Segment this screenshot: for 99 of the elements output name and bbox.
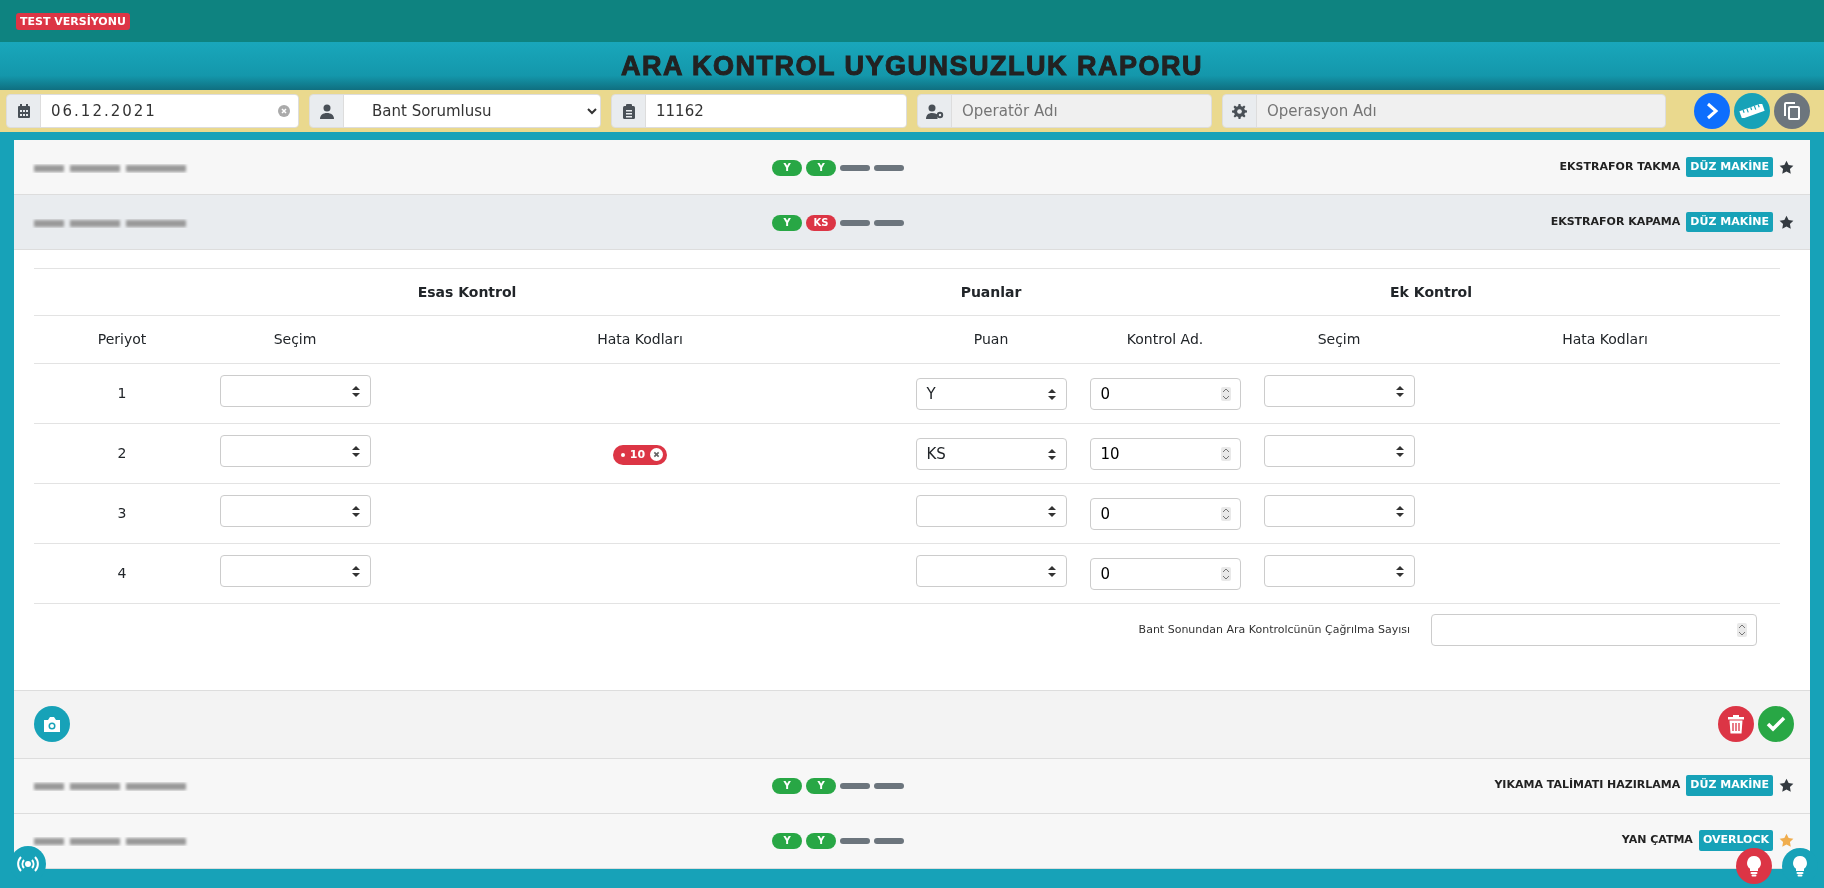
period-number: 2: [117, 445, 127, 461]
select-field[interactable]: [915, 494, 1067, 527]
score-pill: Y: [806, 778, 836, 794]
spinner-icon[interactable]: [1220, 386, 1231, 401]
number-field[interactable]: 0: [1089, 557, 1241, 590]
caret-icon: [351, 385, 360, 397]
group-header: Ek Kontrol: [1390, 283, 1472, 300]
machine-badge: OVERLOCK: [1698, 830, 1773, 851]
select-field[interactable]: [1263, 434, 1415, 467]
select-field[interactable]: [219, 554, 371, 587]
caret-icon: [1047, 448, 1056, 460]
operation-row[interactable]: Y KS EKSTRAFOR KAPAMA DÜZ MAKİNE: [14, 195, 1810, 250]
star-icon[interactable]: [1779, 159, 1794, 175]
period-number: 1: [117, 385, 127, 401]
caret-icon: [351, 445, 360, 457]
spinner-icon[interactable]: [1220, 446, 1231, 461]
select-field[interactable]: [915, 554, 1067, 587]
select-field[interactable]: [1263, 494, 1415, 527]
operation-name: YAN ÇATMA: [1621, 832, 1693, 849]
column-header: Hata Kodları: [1562, 331, 1648, 347]
period-number: 3: [117, 505, 127, 521]
score-pill: Y: [772, 778, 802, 794]
number-field[interactable]: 10: [1089, 437, 1241, 470]
select-field[interactable]: Y: [915, 377, 1067, 410]
clear-icon[interactable]: [278, 105, 290, 117]
number-field[interactable]: [1431, 614, 1758, 646]
copy-button[interactable]: [1774, 93, 1810, 129]
number-field[interactable]: 0: [1089, 497, 1241, 530]
dot-icon: [620, 452, 625, 457]
caret-icon: [1047, 505, 1056, 517]
select-field[interactable]: [219, 434, 371, 467]
column-header: Puan: [973, 331, 1009, 347]
check-icon: [1766, 716, 1786, 732]
delete-button[interactable]: [1718, 706, 1754, 742]
page-title: ARA KONTROL UYGUNSUZLUK RAPORU: [621, 49, 1203, 83]
input-field[interactable]: Operasyon Adı: [1222, 94, 1666, 128]
select-field[interactable]: Bant Sorumlusu: [309, 94, 601, 128]
column-header: Seçim: [273, 331, 317, 347]
ruler-icon: [1739, 104, 1765, 118]
star-icon[interactable]: [1779, 833, 1794, 848]
caret-icon: [1395, 505, 1404, 517]
column-header: Periyot: [97, 331, 147, 347]
score-pill: KS: [806, 214, 836, 231]
caret-icon: [351, 505, 360, 517]
machine-badge: DÜZ MAKİNE: [1686, 775, 1773, 796]
spinner-icon[interactable]: [1220, 506, 1231, 521]
caret-icon: [1395, 385, 1404, 397]
machine-badge: DÜZ MAKİNE: [1686, 156, 1773, 178]
operation-row[interactable]: Y Y EKSTRAFOR TAKMA DÜZ MAKİNE: [14, 140, 1810, 195]
select-field[interactable]: KS: [915, 437, 1067, 470]
lightbulb-icon[interactable]: [1736, 848, 1772, 884]
field-label: Bant Sonundan Ara Kontrolcünün Çağrılma Sayısı: [1138, 623, 1411, 636]
clipboard-icon: [622, 103, 635, 119]
ruler-button[interactable]: [1734, 93, 1770, 129]
user-gear-icon: [925, 103, 944, 119]
score-pill: Y: [772, 214, 802, 231]
input-field[interactable]: Operatör Adı: [917, 94, 1212, 128]
spinner-icon[interactable]: [1737, 623, 1748, 637]
select-field[interactable]: [219, 494, 371, 527]
trash-icon: [1728, 714, 1744, 734]
camera-icon: [42, 715, 62, 733]
operation-name: EKSTRAFOR KAPAMA: [1550, 213, 1681, 230]
test-version-badge: TEST VERSİYONU: [16, 13, 130, 30]
confirm-button[interactable]: [1758, 706, 1794, 742]
group-header: Puanlar: [960, 283, 1022, 300]
caret-icon: [1395, 445, 1404, 457]
spinner-icon[interactable]: [1220, 566, 1231, 581]
caret-icon: [1395, 565, 1404, 577]
period-number: 4: [117, 565, 127, 581]
star-icon[interactable]: [1779, 214, 1794, 230]
operation-name: EKSTRAFOR TAKMA: [1559, 158, 1681, 175]
select-field[interactable]: [219, 374, 371, 407]
date-field[interactable]: 06.12.2021: [6, 94, 299, 128]
settings-icon: [1232, 103, 1247, 119]
next-button[interactable]: [1694, 93, 1730, 129]
score-pill: Y: [806, 833, 836, 849]
camera-button[interactable]: [34, 706, 70, 742]
number-field[interactable]: 0: [1089, 377, 1241, 410]
score-pill: Y: [772, 159, 802, 176]
select-field[interactable]: [1263, 374, 1415, 407]
remove-icon[interactable]: [650, 448, 664, 462]
input-field[interactable]: 11162: [611, 94, 907, 128]
caret-icon: [1047, 388, 1056, 400]
star-icon[interactable]: [1779, 778, 1794, 793]
copy-icon: [1783, 101, 1801, 121]
column-header: Seçim: [1317, 331, 1361, 347]
column-header: Kontrol Ad.: [1126, 331, 1204, 347]
caret-icon: [351, 565, 360, 577]
machine-badge: DÜZ MAKİNE: [1686, 211, 1773, 233]
score-pill: Y: [806, 159, 836, 176]
caret-icon: [1047, 565, 1056, 577]
group-header: Esas Kontrol: [417, 283, 517, 300]
score-pill: Y: [772, 833, 802, 849]
error-code-tag: 10: [612, 444, 668, 466]
operation-name: YIKAMA TALİMATI HAZIRLAMA: [1494, 777, 1681, 794]
calendar-icon: [16, 103, 31, 119]
column-header: Hata Kodları: [597, 331, 683, 347]
chevron-right-icon: [1704, 102, 1720, 120]
select-field[interactable]: [1263, 554, 1415, 587]
